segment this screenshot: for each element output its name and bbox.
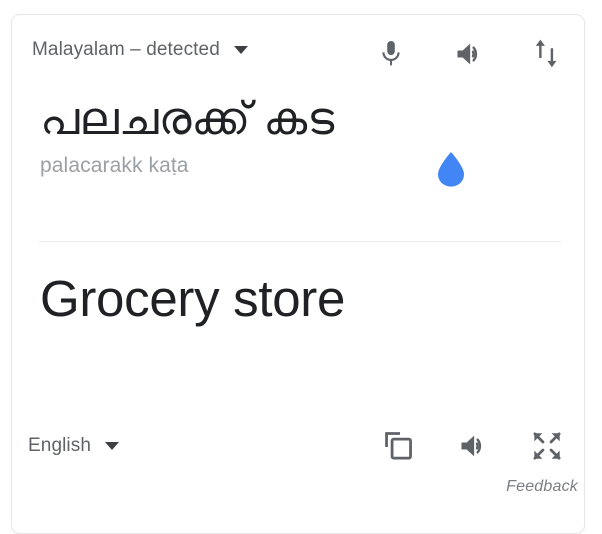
feedback-link[interactable]: Feedback [506,478,578,496]
source-text-block: പലചരക്ക് കട palacarakk kaṭa [12,87,584,195]
source-language-label: Malayalam – detected [32,39,220,60]
fullscreen-icon [533,432,561,460]
transliteration-text: palacarakk kaṭa [40,154,189,177]
voice-input-button[interactable] [374,37,408,71]
copy-translation-button[interactable] [382,429,416,463]
source-text: പലചരക്ക് കട [40,92,335,144]
target-language-label: English [28,435,92,456]
source-actions [374,37,564,71]
transliteration-row: palacarakk kaṭa [12,149,584,195]
translation-card: Malayalam – detected പലചരക്ക് കട palacar… [11,14,585,534]
water-drop-icon [438,152,464,187]
fullscreen-button[interactable] [530,429,564,463]
target-language-selector[interactable]: English [28,435,120,457]
listen-translation-button[interactable] [456,429,490,463]
section-divider [39,241,561,242]
speaker-icon [457,43,478,65]
target-footer: English [12,415,584,485]
target-actions [382,429,564,463]
translated-text: Grocery store [40,270,346,327]
chevron-down-icon [233,46,248,54]
microphone-icon [382,41,400,66]
speaker-icon [461,435,482,457]
source-language-selector[interactable]: Malayalam – detected [32,39,248,61]
screen: Malayalam – detected പലചരക്ക് കട palacar… [0,0,602,534]
chevron-down-icon [105,442,120,450]
listen-source-button[interactable] [452,37,486,71]
swap-arrows-icon [535,39,557,68]
source-header: Malayalam – detected [12,15,584,87]
swap-languages-button[interactable] [530,37,564,71]
copy-icon [385,432,412,460]
